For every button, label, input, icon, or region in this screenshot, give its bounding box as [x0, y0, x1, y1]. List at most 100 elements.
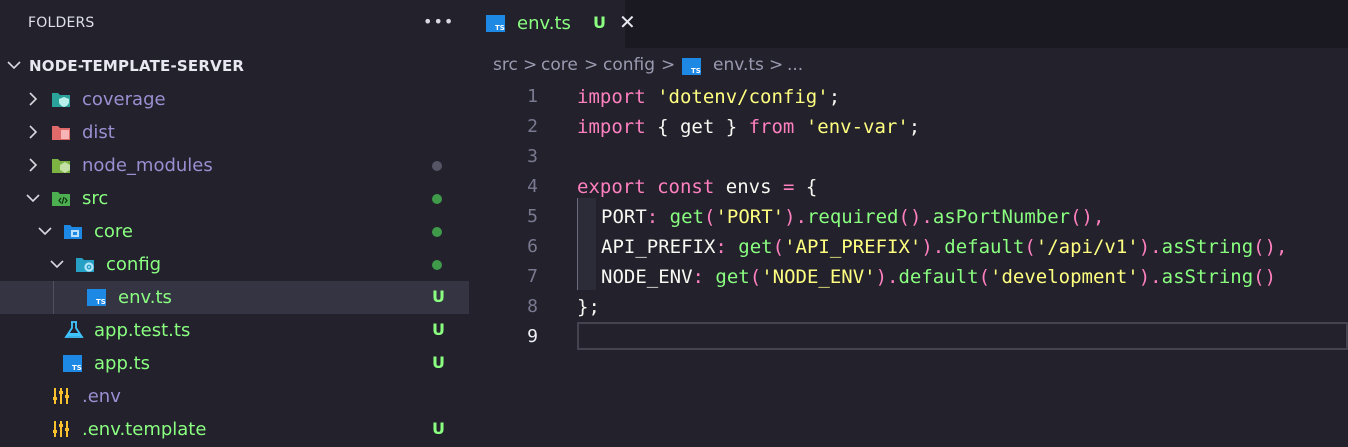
svg-text:TS: TS: [495, 24, 505, 32]
tree-item-label: src: [82, 188, 109, 209]
tree-item-config[interactable]: config: [0, 248, 469, 281]
token-function: get: [738, 236, 773, 258]
folder-core-open-icon: [64, 225, 82, 239]
tree-item-node-modules[interactable]: node_modules: [0, 149, 469, 182]
token-keyword: from: [748, 116, 795, 138]
line-number: 2: [527, 116, 538, 137]
chevron-down-icon: [7, 61, 21, 70]
tree-item-app-ts[interactable]: TS app.ts U: [0, 347, 469, 380]
chevron-right-icon: [29, 125, 38, 139]
tree-item-env[interactable]: .env: [0, 380, 469, 413]
typescript-file-icon: TS: [87, 289, 106, 306]
tab-label: env.ts: [517, 13, 571, 34]
tree-item-label: .env: [82, 386, 121, 407]
svg-text:TS: TS: [72, 364, 82, 372]
modified-dot-icon: [432, 260, 442, 270]
tree-item-label: env.ts: [118, 287, 172, 308]
token-punct: :: [646, 206, 659, 228]
folder-dist-icon: [52, 126, 70, 140]
folder-src-open-icon: [52, 192, 70, 206]
svg-text:TS: TS: [691, 67, 701, 75]
token-punct: {: [805, 176, 818, 198]
svg-text:TS: TS: [96, 298, 106, 306]
code-line-7: NODE_ENV: get('NODE_ENV').default('devel…: [601, 266, 1277, 288]
line-number-current: 9: [527, 326, 538, 347]
chevron-right-icon: >: [584, 55, 599, 75]
line-number: 3: [527, 146, 538, 167]
tree-item-label: app.ts: [94, 353, 151, 374]
breadcrumb-item-src[interactable]: src: [493, 55, 518, 75]
tree-item-dist[interactable]: dist: [0, 116, 469, 149]
token-string: 'env-var': [805, 116, 909, 138]
line-number: 8: [527, 296, 538, 317]
token-identifier: envs: [725, 176, 772, 198]
chevron-right-icon: [29, 158, 38, 172]
tree-item-core[interactable]: core: [0, 215, 469, 248]
token-punct: ;: [908, 116, 921, 138]
breadcrumb-item-file[interactable]: env.ts: [713, 55, 764, 75]
tree-item-env-ts[interactable]: TS env.ts U: [0, 281, 469, 314]
root-folder-label: NODE-TEMPLATE-SERVER: [29, 57, 245, 75]
chevron-right-icon: >: [523, 55, 538, 75]
tree-root-folder[interactable]: NODE-TEMPLATE-SERVER: [0, 49, 469, 82]
token-function: required: [806, 206, 899, 228]
untracked-badge: U: [432, 353, 445, 372]
code-editor[interactable]: 1 2 3 4 5 6 7 8 9 import 'dotenv/config'…: [469, 82, 1348, 447]
current-line-highlight: [577, 322, 1348, 350]
token-punct: :: [692, 266, 704, 288]
code-line-6: API_PREFIX: get('API_PREFIX').default('/…: [601, 236, 1288, 258]
token-string: 'dotenv/config': [657, 86, 829, 108]
chevron-right-icon: >: [661, 55, 676, 75]
tree-item-label: .env.template: [82, 419, 207, 440]
tree-item-app-test-ts[interactable]: app.test.ts U: [0, 314, 469, 347]
breadcrumb-item-symbols[interactable]: ...: [787, 55, 803, 75]
line-number: 5: [527, 206, 538, 227]
indent-guide: [53, 281, 54, 314]
settings-tune-icon: [53, 421, 69, 437]
code-line-1: import 'dotenv/config';: [577, 86, 840, 108]
folder-config-open-icon: [76, 258, 94, 272]
tree-item-label: config: [106, 254, 162, 275]
code-line-8: };: [577, 296, 600, 318]
token-punct: };: [577, 296, 600, 318]
tree-item-coverage[interactable]: coverage: [0, 83, 469, 116]
untracked-badge: U: [432, 419, 445, 438]
folder-node-icon: [52, 159, 70, 173]
token-function: asString: [1161, 266, 1254, 288]
tree-item-label: coverage: [82, 89, 166, 110]
settings-tune-icon: [53, 388, 69, 404]
token-string: 'development': [990, 266, 1139, 288]
token-keyword: import: [577, 116, 646, 138]
typescript-file-icon: TS: [63, 355, 82, 372]
chevron-right-icon: [29, 92, 38, 106]
indent-guide: [577, 198, 596, 290]
line-number: 4: [527, 176, 538, 197]
typescript-file-icon: TS: [682, 58, 701, 75]
line-number: 7: [527, 266, 538, 287]
tree-item-label: dist: [82, 122, 115, 143]
test-flask-icon: [64, 321, 84, 338]
token-function: asPortNumber: [932, 206, 1071, 228]
token-function: get: [669, 206, 704, 228]
breadcrumb-item-core[interactable]: core: [541, 55, 578, 75]
token-keyword: import: [577, 86, 646, 108]
token-string: '/api/v1': [1035, 236, 1139, 258]
breadcrumb-item-config[interactable]: config: [603, 55, 655, 75]
modified-dot-icon: [432, 194, 442, 204]
token-keyword: export: [577, 176, 646, 198]
more-actions-icon[interactable]: •••: [423, 12, 454, 31]
explorer-header: FOLDERS •••: [0, 0, 469, 48]
token-string: 'API_PREFIX': [784, 236, 922, 258]
tab-env-ts[interactable]: TS env.ts U ✕: [469, 0, 636, 48]
token-keyword: const: [657, 176, 715, 198]
explorer-sidebar: FOLDERS ••• NODE-TEMPLATE-SERVER coverag…: [0, 0, 469, 447]
token-function: default: [898, 266, 979, 288]
token-operator: =: [782, 176, 795, 198]
tree-item-env-template[interactable]: .env.template U: [0, 413, 469, 446]
tree-item-src[interactable]: src: [0, 182, 469, 215]
token-function: asString: [1161, 236, 1254, 258]
token-punct: ;: [828, 86, 841, 108]
close-icon[interactable]: ✕: [619, 10, 636, 34]
untracked-badge: U: [593, 13, 606, 32]
chevron-down-icon: [50, 260, 64, 269]
